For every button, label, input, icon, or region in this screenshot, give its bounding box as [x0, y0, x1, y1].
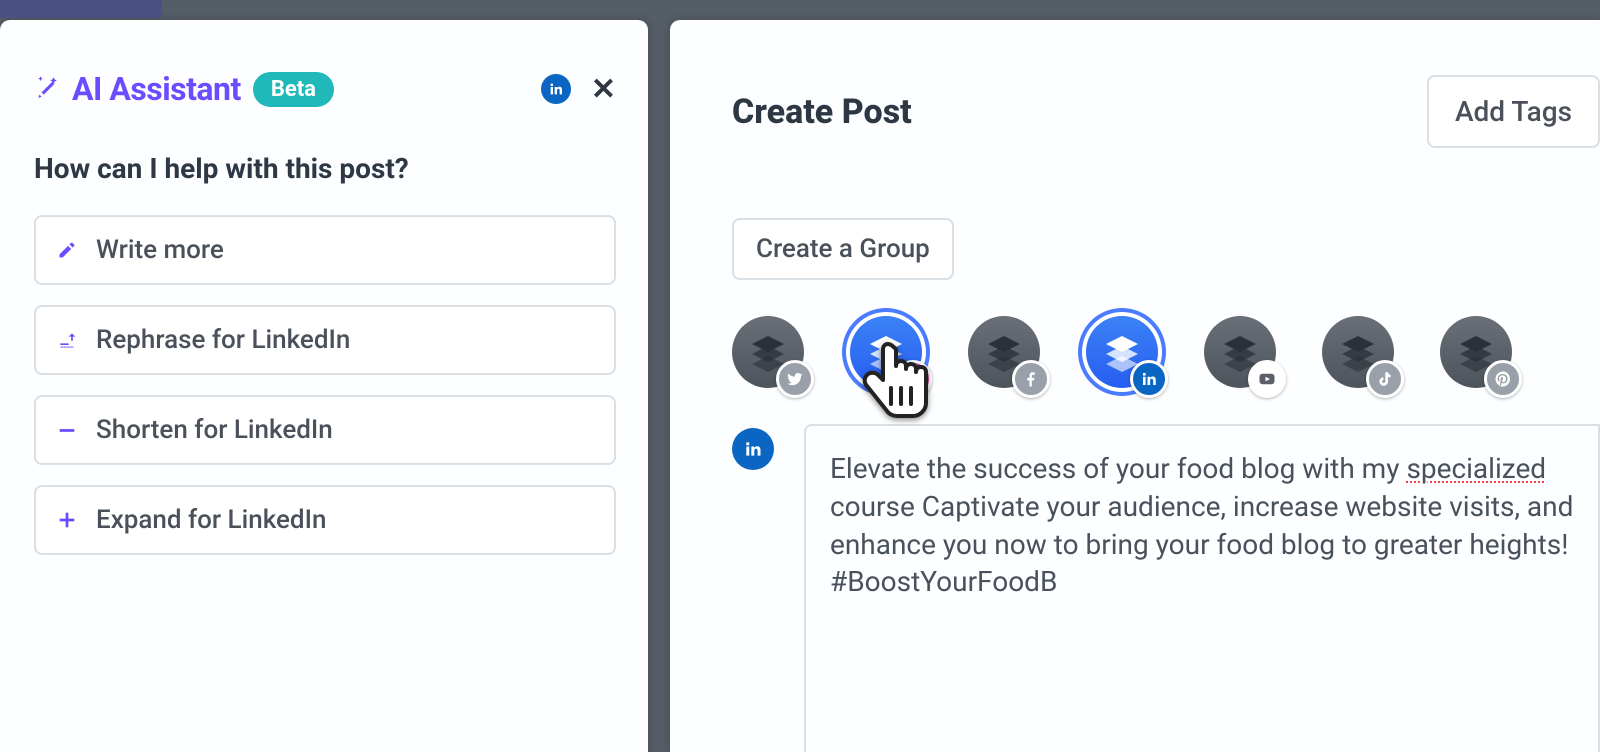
account-instagram[interactable] — [850, 316, 922, 388]
youtube-icon — [1248, 360, 1286, 398]
create-post-panel: Create Post Add Tags Create a Group Elev… — [670, 20, 1600, 752]
beta-badge: Beta — [253, 72, 334, 107]
compose-area: Elevate the success of your food blog wi… — [732, 424, 1600, 752]
obscured-text: g) — [645, 534, 673, 569]
create-group-button[interactable]: Create a Group — [732, 218, 954, 280]
suggestion-write-more[interactable]: Write more — [34, 215, 616, 285]
pencil-icon — [56, 239, 78, 261]
close-icon[interactable]: ✕ — [591, 72, 616, 107]
account-twitter[interactable] — [732, 316, 804, 388]
suggestion-shorten[interactable]: Shorten for LinkedIn — [34, 395, 616, 465]
suggestion-expand[interactable]: Expand for LinkedIn — [34, 485, 616, 555]
instagram-icon — [894, 360, 932, 398]
minus-icon — [56, 419, 78, 441]
linkedin-icon — [1130, 360, 1168, 398]
plus-icon — [56, 509, 78, 531]
ai-prompt-heading: How can I help with this post? — [34, 152, 616, 185]
suggestion-label: Rephrase for LinkedIn — [96, 325, 350, 355]
post-text-misspell: specialized — [1406, 452, 1546, 485]
ai-assistant-title: AI Assistant — [72, 70, 241, 108]
account-facebook[interactable] — [968, 316, 1040, 388]
suggestion-label: Expand for LinkedIn — [96, 505, 326, 535]
account-tiktok[interactable] — [1322, 316, 1394, 388]
post-text-fragment: Elevate the success of your food blog wi… — [830, 452, 1406, 485]
twitter-icon — [776, 360, 814, 398]
pinterest-icon — [1484, 360, 1522, 398]
suggestion-label: Write more — [96, 235, 224, 265]
loading-progress-bar — [0, 0, 162, 18]
linkedin-context-icon — [541, 74, 571, 104]
post-text-input[interactable]: Elevate the success of your food blog wi… — [804, 424, 1600, 752]
account-linkedin[interactable] — [1086, 316, 1158, 388]
account-pinterest[interactable] — [1440, 316, 1512, 388]
magic-wand-icon — [34, 74, 60, 104]
add-tags-button[interactable]: Add Tags — [1427, 75, 1600, 148]
suggestion-label: Shorten for LinkedIn — [96, 415, 333, 445]
active-network-linkedin-icon — [732, 428, 774, 470]
create-post-title: Create Post — [732, 92, 1407, 132]
social-accounts-row — [732, 316, 1600, 388]
tiktok-icon — [1366, 360, 1404, 398]
suggestion-rephrase[interactable]: Rephrase for LinkedIn — [34, 305, 616, 375]
facebook-icon — [1012, 360, 1050, 398]
rephrase-icon — [56, 329, 78, 351]
account-youtube[interactable] — [1204, 316, 1276, 388]
ai-assistant-header: AI Assistant Beta ✕ — [34, 70, 616, 108]
ai-assistant-panel: AI Assistant Beta ✕ How can I help with … — [0, 20, 648, 752]
